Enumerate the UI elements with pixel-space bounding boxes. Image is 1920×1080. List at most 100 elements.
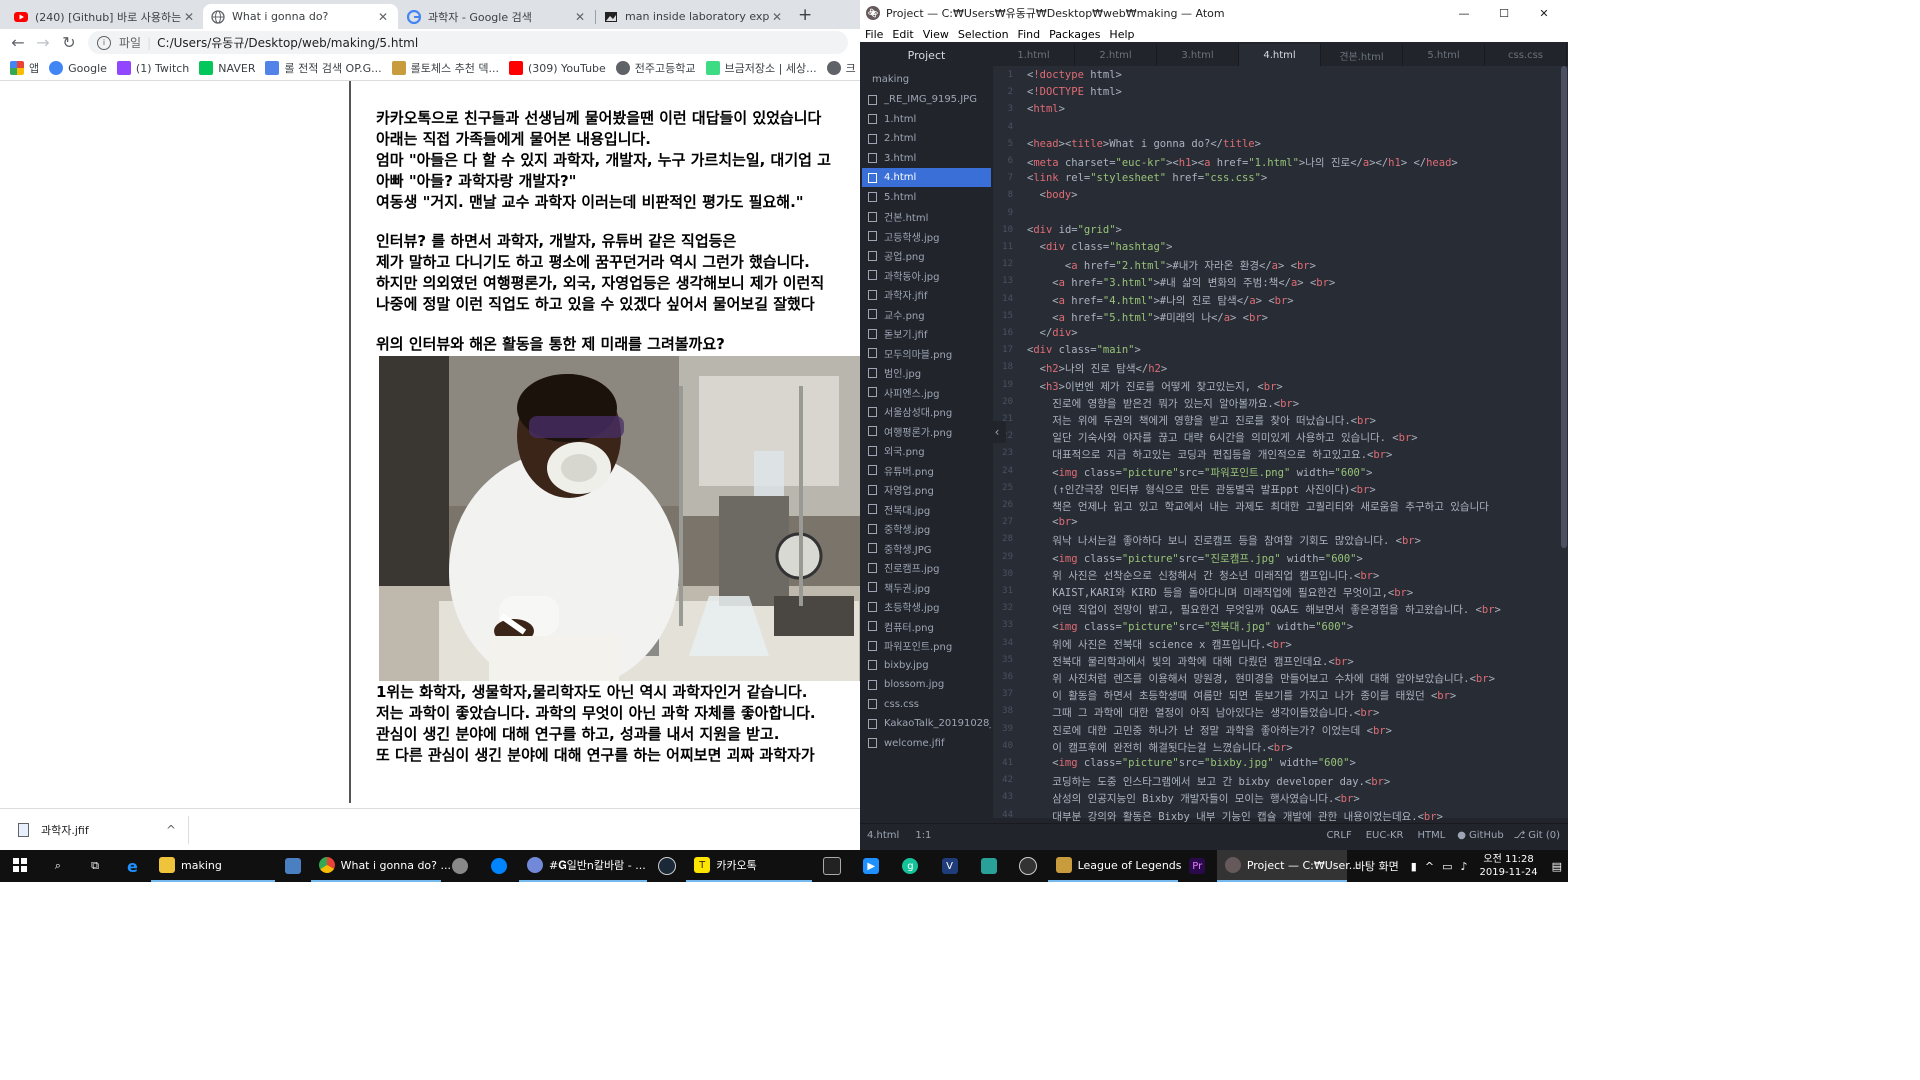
chevron-up-icon[interactable]: ^ bbox=[1421, 850, 1438, 882]
taskbar-item-league[interactable]: League of Legends bbox=[1047, 850, 1182, 882]
tree-file-item[interactable]: 전북대.jpg bbox=[862, 500, 991, 519]
editor-tab[interactable]: css.css bbox=[1485, 44, 1567, 66]
menu-view[interactable]: View bbox=[923, 28, 949, 41]
messenger-icon[interactable] bbox=[480, 850, 519, 882]
grammarly-icon[interactable]: g bbox=[891, 850, 930, 882]
tree-file-item[interactable]: 사피엔스.jpg bbox=[862, 383, 991, 402]
start-button[interactable] bbox=[0, 850, 39, 882]
tree-file-item[interactable]: 건본.html bbox=[862, 207, 991, 226]
obs-icon[interactable] bbox=[1008, 850, 1047, 882]
editor-tab[interactable]: 2.html bbox=[1075, 44, 1157, 66]
bookmark-twitch[interactable]: (1) Twitch bbox=[116, 61, 189, 75]
tab-man-inside-laboratory[interactable]: man inside laboratory experime ✕ bbox=[596, 4, 792, 29]
close-icon[interactable]: ✕ bbox=[182, 10, 196, 24]
minimize-button[interactable]: — bbox=[1444, 7, 1484, 20]
tree-file-item[interactable]: 1.html bbox=[862, 110, 991, 129]
bookmark-school[interactable]: 전주고등학교 bbox=[615, 60, 696, 76]
menu-help[interactable]: Help bbox=[1109, 28, 1134, 41]
bookmark-apps[interactable]: 앱 bbox=[10, 60, 39, 76]
status-github[interactable]: GitHub bbox=[1469, 830, 1504, 841]
tree-file-item[interactable]: 범인.jpg bbox=[862, 363, 991, 382]
desktop-toolbar[interactable]: 바탕 화면 bbox=[1347, 850, 1407, 882]
close-button[interactable]: ✕ bbox=[1524, 7, 1564, 20]
search-icon[interactable]: ⌕ bbox=[39, 850, 76, 882]
editor-tab[interactable]: 5.html bbox=[1403, 44, 1485, 66]
tree-file-item[interactable]: 컴퓨터.png bbox=[862, 617, 991, 636]
back-icon[interactable]: ← bbox=[8, 33, 28, 53]
status-filename[interactable]: 4.html bbox=[867, 830, 899, 841]
taskbar-item-folder[interactable]: making bbox=[151, 850, 276, 882]
tree-file-item[interactable]: _RE_IMG_9195.JPG bbox=[862, 90, 991, 109]
tree-root-folder[interactable]: making bbox=[862, 70, 991, 89]
tree-file-item[interactable]: 파워포인트.png bbox=[862, 636, 991, 655]
status-grammar[interactable]: HTML bbox=[1417, 830, 1445, 841]
tree-file-item[interactable]: 고등학생.jpg bbox=[862, 227, 991, 246]
editor-tab[interactable]: 1.html bbox=[993, 44, 1075, 66]
tree-file-item[interactable]: 3.html bbox=[862, 149, 991, 168]
bookmark-opgg[interactable]: 롤 전적 검색 OP.G... bbox=[265, 60, 382, 76]
tree-view-header[interactable]: Project bbox=[862, 44, 991, 66]
tree-file-item[interactable]: 중학생.JPG bbox=[862, 539, 991, 558]
tree-file-item[interactable]: 여행평론가.png bbox=[862, 422, 991, 441]
info-icon[interactable]: i bbox=[97, 35, 111, 50]
status-encoding[interactable]: EUC-KR bbox=[1366, 830, 1404, 841]
tree-file-item[interactable]: blossom.jpg bbox=[862, 675, 991, 694]
tree-file-item[interactable]: 과학자.jfif bbox=[862, 285, 991, 304]
bookmark-youtube[interactable]: (309) YouTube bbox=[508, 61, 606, 75]
tree-file-item[interactable]: 2.html bbox=[862, 129, 991, 148]
action-center-icon[interactable]: ▤ bbox=[1546, 850, 1568, 882]
tree-file-item[interactable]: 4.html bbox=[862, 168, 991, 187]
new-tab-button[interactable]: + bbox=[798, 5, 812, 25]
forward-icon[interactable]: → bbox=[33, 33, 53, 53]
status-git[interactable]: Git (0) bbox=[1528, 830, 1560, 841]
tree-file-item[interactable]: 교수.png bbox=[862, 305, 991, 324]
address-bar[interactable]: i 파일 | C:/Users/유동규/Desktop/web/making/5… bbox=[88, 31, 848, 54]
premiere-icon[interactable]: Pr bbox=[1178, 850, 1217, 882]
edge-icon[interactable]: e bbox=[114, 850, 151, 882]
tree-file-item[interactable]: 진로캠프.jpg bbox=[862, 558, 991, 577]
close-icon[interactable]: ✕ bbox=[770, 10, 784, 24]
bookmark-naver[interactable]: NAVER bbox=[199, 61, 255, 75]
app-icon[interactable] bbox=[969, 850, 1008, 882]
close-icon[interactable]: ✕ bbox=[376, 10, 390, 24]
tree-file-item[interactable]: 과학동아.jpg bbox=[862, 266, 991, 285]
bookmark-more[interactable]: 크 bbox=[826, 60, 856, 76]
tab-github[interactable]: (240) [Github] 바로 사용하는 조 ✕ bbox=[6, 4, 204, 29]
bookmark-google[interactable]: Google bbox=[49, 61, 107, 75]
tree-file-item[interactable]: 자영업.png bbox=[862, 480, 991, 499]
editor-scrollbar[interactable] bbox=[1561, 66, 1567, 548]
taskbar-item-kakaotalk[interactable]: T 카카오톡 bbox=[686, 850, 813, 882]
tree-file-item[interactable]: 초등학생.jpg bbox=[862, 597, 991, 616]
editor-tab[interactable]: 견본.html bbox=[1321, 44, 1403, 66]
clock[interactable]: 오전 11:28 2019-11-24 bbox=[1472, 850, 1546, 882]
taskbar-item-discord[interactable]: #𝐆일반n칼바람 - ... bbox=[519, 850, 647, 882]
tree-file-item[interactable]: 돋보기.jfif bbox=[862, 324, 991, 343]
collapse-sidebar-icon[interactable]: ‹ bbox=[988, 421, 1006, 443]
menu-packages[interactable]: Packages bbox=[1049, 28, 1100, 41]
tree-file-item[interactable]: 모두의마블.png bbox=[862, 344, 991, 363]
volume-icon[interactable]: ♪ bbox=[1456, 850, 1471, 882]
menu-edit[interactable]: Edit bbox=[892, 28, 913, 41]
steam-icon[interactable] bbox=[647, 850, 686, 882]
status-line-ending[interactable]: CRLF bbox=[1326, 830, 1351, 841]
tree-file-item[interactable]: 5.html bbox=[862, 188, 991, 207]
tab-google-search[interactable]: 과학자 - Google 검색 ✕ bbox=[399, 4, 595, 29]
app-icon[interactable] bbox=[812, 850, 851, 882]
reload-icon[interactable]: ↻ bbox=[59, 33, 79, 53]
notification-icon[interactable]: ▮ bbox=[1407, 850, 1421, 882]
app-icon[interactable] bbox=[275, 850, 310, 882]
tab-what-i-gonna-do[interactable]: What i gonna do? ✕ bbox=[203, 4, 398, 29]
taskbar-item-chrome[interactable]: What i gonna do? ... bbox=[310, 850, 451, 882]
tree-file-item[interactable]: bixby.jpg bbox=[862, 656, 991, 675]
task-view-icon[interactable]: ⧉ bbox=[76, 850, 113, 882]
tree-file-item[interactable]: 서울삼성대.png bbox=[862, 402, 991, 421]
bookmark-bgm[interactable]: 브금저장소 | 세상... bbox=[705, 60, 817, 76]
menu-selection[interactable]: Selection bbox=[958, 28, 1009, 41]
media-player-icon[interactable]: ▶ bbox=[852, 850, 891, 882]
network-icon[interactable]: ▭ bbox=[1438, 850, 1456, 882]
status-cursor-position[interactable]: 1:1 bbox=[915, 830, 931, 841]
tree-file-item[interactable]: 중학생.jpg bbox=[862, 519, 991, 538]
editor-tab-active[interactable]: 4.html bbox=[1239, 44, 1321, 66]
close-icon[interactable]: ✕ bbox=[573, 10, 587, 24]
menu-file[interactable]: File bbox=[865, 28, 883, 41]
